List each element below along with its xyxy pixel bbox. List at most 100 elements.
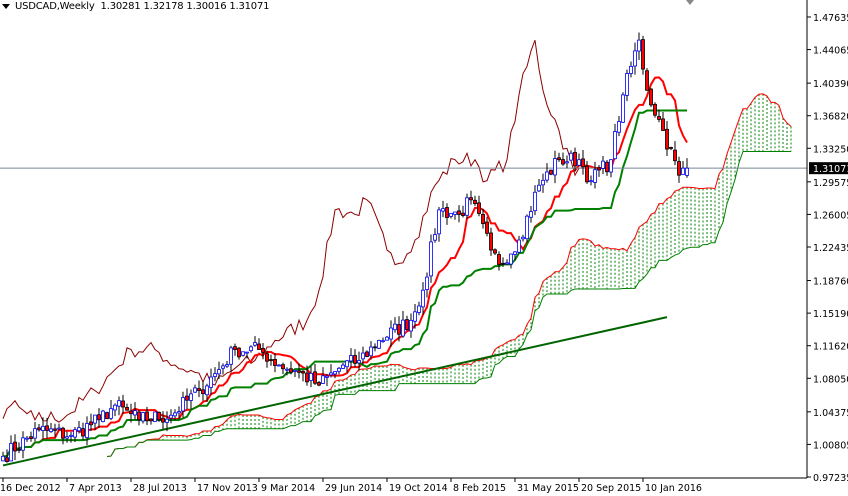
bearish-candle (549, 169, 553, 175)
senkou-span-b-line (106, 150, 791, 457)
bullish-candle (101, 410, 105, 422)
bearish-candle (673, 149, 677, 162)
bullish-candle (369, 346, 373, 357)
bullish-candle (553, 158, 557, 176)
bearish-candle (501, 262, 505, 265)
bearish-candle (269, 359, 273, 361)
bearish-candle (457, 210, 461, 215)
bearish-candle (201, 389, 205, 395)
y-tick-label: 1.26005 (813, 210, 848, 221)
tenkan-sen-line (2, 76, 688, 458)
bullish-candle (429, 241, 433, 277)
bullish-candle (169, 414, 173, 419)
bullish-candle (613, 131, 617, 160)
bullish-candle (189, 393, 193, 401)
price-chart[interactable]: 1.47635 1.44065 1.40390 1.36820 1.33250 1.295… (0, 0, 848, 496)
y-tick-label: 1.36820 (813, 112, 848, 123)
bullish-candle (349, 355, 353, 362)
x-tick-label: 20 Sep 2015 (581, 483, 641, 494)
bullish-candle (609, 159, 613, 173)
bearish-candle (605, 161, 609, 173)
bearish-candle (289, 368, 293, 373)
bullish-candle (113, 404, 117, 411)
bullish-candle (401, 319, 405, 337)
bullish-candle (409, 319, 413, 332)
bullish-candle (77, 427, 81, 432)
bullish-candle (221, 365, 225, 369)
bearish-candle (477, 202, 481, 214)
bearish-candle (297, 370, 301, 373)
y-tick-label: 1.40390 (813, 79, 848, 90)
bullish-candle (441, 208, 445, 212)
bearish-candle (305, 372, 309, 383)
bearish-candle (301, 370, 305, 374)
bearish-candle (677, 161, 681, 176)
y-tick-label: 1.47635 (813, 13, 848, 24)
bullish-candle (25, 437, 29, 440)
bullish-candle (565, 161, 569, 164)
bullish-candle (57, 427, 61, 430)
bullish-candle (341, 364, 345, 369)
bearish-candle (445, 207, 449, 218)
marker-triangle-icon (686, 0, 694, 5)
bearish-candle (365, 351, 369, 357)
bullish-candle (377, 340, 381, 349)
bullish-candle (449, 212, 453, 217)
bullish-candle (109, 408, 113, 419)
bullish-candle (33, 428, 37, 439)
bearish-candle (89, 421, 93, 426)
bullish-candle (577, 159, 581, 166)
bullish-candle (65, 436, 69, 439)
bullish-candle (381, 340, 385, 343)
bearish-candle (493, 249, 497, 254)
bullish-candle (253, 342, 257, 346)
bullish-candle (545, 171, 549, 181)
bullish-candle (153, 411, 157, 422)
bearish-candle (197, 388, 201, 392)
bullish-candle (193, 387, 197, 393)
bearish-candle (405, 319, 409, 331)
bearish-candle (313, 371, 317, 384)
bullish-candle (617, 121, 621, 133)
bearish-candle (281, 364, 285, 370)
bearish-candle (473, 199, 477, 204)
y-tick-label: 1.15190 (813, 309, 848, 320)
bullish-candle (453, 211, 457, 215)
x-tick-label: 29 Jun 2014 (325, 483, 382, 494)
bullish-candle (21, 437, 25, 451)
bearish-candle (149, 418, 153, 422)
bullish-candle (333, 371, 337, 375)
bearish-candle (125, 406, 129, 411)
bullish-candle (217, 369, 221, 375)
bullish-candle (385, 336, 389, 341)
bullish-candle (533, 191, 537, 212)
bullish-candle (437, 209, 441, 235)
bearish-candle (233, 346, 237, 350)
bullish-candle (425, 276, 429, 290)
y-tick-label: 1.33250 (813, 144, 848, 155)
bullish-candle (213, 373, 217, 377)
x-tick-label: 31 May 2015 (517, 483, 579, 494)
bullish-candle (621, 94, 625, 123)
ichimoku-lines (0, 39, 807, 467)
bullish-candle (49, 428, 53, 433)
bullish-candle (625, 73, 629, 96)
bearish-candle (489, 232, 493, 251)
trendline (2, 316, 668, 467)
bullish-candle (133, 410, 137, 416)
candles (1, 32, 689, 463)
bullish-candle (245, 351, 249, 354)
bullish-candle (509, 253, 513, 265)
bullish-candle (165, 418, 169, 423)
bullish-candle (633, 50, 637, 67)
bearish-candle (317, 382, 321, 386)
bullish-candle (117, 400, 121, 407)
bearish-candle (273, 358, 277, 366)
bullish-candle (209, 376, 213, 388)
bearish-candle (645, 70, 649, 91)
bullish-candle (1, 455, 5, 462)
bearish-candle (5, 457, 9, 462)
bearish-candle (485, 221, 489, 234)
bullish-candle (529, 211, 533, 218)
bullish-candle (421, 289, 425, 308)
